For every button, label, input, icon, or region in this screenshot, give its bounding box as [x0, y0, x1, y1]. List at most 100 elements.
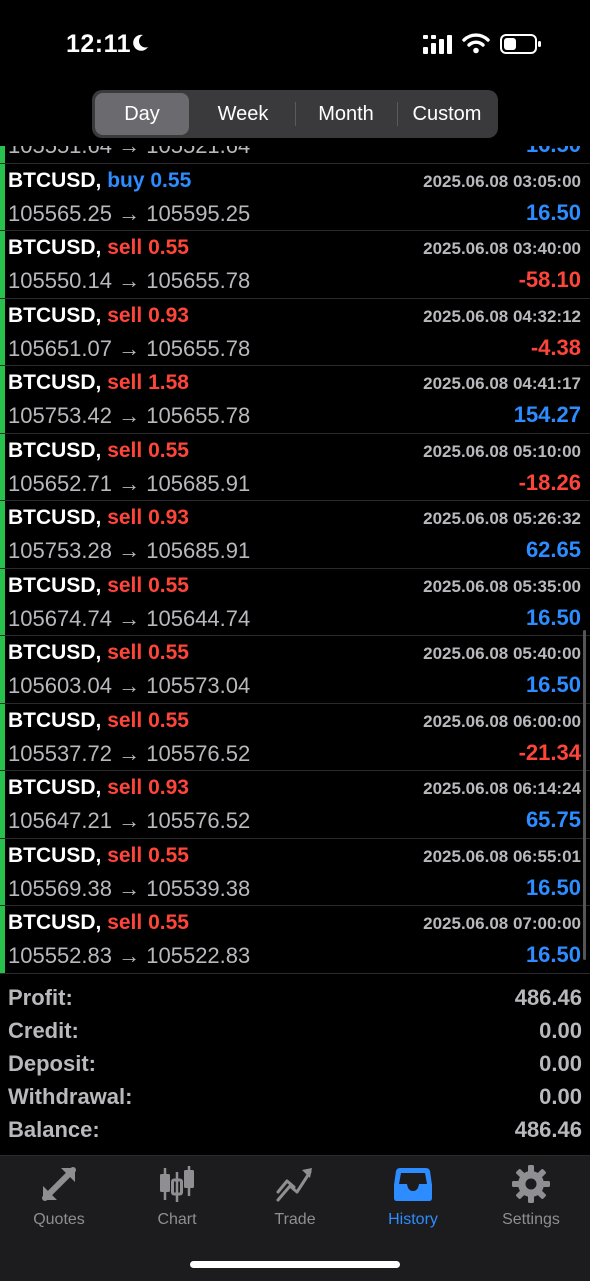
deal-row[interactable]: BTCUSD, sell 0.55 2025.06.08 05:35:00 1056…: [0, 568, 590, 636]
deal-marker: [0, 163, 5, 230]
home-indicator[interactable]: [190, 1261, 400, 1268]
deal-side: sell: [107, 236, 143, 259]
inbox-tray-icon: [394, 1168, 432, 1201]
deal-row[interactable]: BTCUSD, sell 1.58 2025.06.08 04:41:17 1057…: [0, 366, 590, 434]
deal-open-price: 105569.38: [8, 875, 112, 901]
deal-symbol: BTCUSD,: [8, 843, 102, 867]
quotes-arrows-icon: [42, 1167, 76, 1201]
deal-symbol: BTCUSD,: [8, 303, 102, 327]
deal-row[interactable]: BTCUSD, sell 0.93 2025.06.08 06:14:24 1056…: [0, 771, 590, 839]
deal-row[interactable]: BTCUSD, sell 0.55 2025.06.08 05:10:00 1056…: [0, 433, 590, 501]
summary-value: 0.00: [539, 1051, 582, 1076]
deal-open-price: 105674.74: [8, 605, 112, 631]
summary-row: Balance: 486.46: [0, 1114, 590, 1147]
deal-symbol-line: BTCUSD, sell 0.55: [8, 641, 189, 665]
deal-profit: -58.10: [518, 267, 581, 292]
deal-marker: [0, 366, 5, 433]
cellular-signal-icon: [423, 35, 452, 54]
deal-volume: 1.58: [148, 371, 189, 394]
arrow-icon: →: [118, 538, 141, 563]
deal-open-price: 105753.28: [8, 538, 112, 563]
tab-history[interactable]: History: [354, 1164, 472, 1234]
deal-row[interactable]: BTCUSD, sell 0.55 2025.06.08 03:40:00 1055…: [0, 231, 590, 299]
deal-close-price: 105655.78: [146, 335, 251, 361]
deal-symbol-line: BTCUSD, sell 0.55: [8, 911, 189, 935]
deal-prices: 105550.14 → 105655.78: [8, 268, 250, 294]
deal-close-price: 105522.83: [146, 943, 251, 968]
deal-close-price: 105576.52: [146, 740, 251, 766]
tab-day[interactable]: Day: [95, 93, 189, 135]
deal-symbol-line: BTCUSD, sell 0.93: [8, 304, 189, 328]
tab-trade[interactable]: Trade: [236, 1164, 354, 1234]
deal-prices: 105565.25 → 105595.25: [8, 201, 250, 227]
deal-row[interactable]: BTCUSD, sell 0.93 2025.06.08 04:32:12 1056…: [0, 298, 590, 366]
arrow-icon: →: [118, 605, 141, 631]
deal-side: buy: [107, 168, 145, 192]
deal-symbol: BTCUSD,: [8, 776, 102, 799]
summary-label: Profit:: [8, 985, 73, 1010]
deal-side: sell: [107, 708, 143, 732]
tab-quotes-label: Quotes: [33, 1211, 85, 1228]
moon-icon: [133, 34, 148, 51]
deal-open-price: 105753.42: [8, 403, 112, 428]
deal-profit: -18.26: [518, 469, 581, 495]
tab-settings-label: Settings: [502, 1211, 560, 1228]
summary-label: Deposit:: [8, 1051, 96, 1076]
deal-profit: 16.50: [525, 874, 581, 900]
list-scrollbar[interactable]: [583, 630, 586, 960]
deal-volume: 0.55: [150, 168, 192, 192]
summary-row: Deposit: 0.00: [0, 1048, 590, 1081]
deal-time: 2025.06.08 05:10:00: [423, 441, 581, 461]
tab-chart-label: Chart: [157, 1211, 197, 1228]
deal-row[interactable]: BTCUSD, buy 0.55 2025.06.08 03:05:00 10556…: [0, 163, 590, 231]
deal-row[interactable]: BTCUSD, sell 0.55 2025.06.08 06:00:00 1055…: [0, 703, 590, 771]
deal-symbol-line: BTCUSD, sell 1.58: [8, 371, 189, 395]
deal-volume: 0.55: [148, 236, 189, 259]
deal-marker: [0, 771, 5, 838]
deal-prices: 105537.72 → 105576.52: [8, 741, 250, 767]
tab-custom[interactable]: Custom: [398, 90, 496, 138]
deal-prices: 105603.04 → 105573.04: [8, 673, 250, 699]
deal-open-price: 105550.14: [8, 268, 112, 293]
wifi-icon: [462, 33, 490, 54]
tab-history-label: History: [388, 1211, 438, 1228]
deal-open-price: 105552.83: [8, 943, 112, 968]
deal-symbol-line: BTCUSD, sell 0.93: [8, 506, 189, 530]
tab-chart[interactable]: Chart: [118, 1164, 236, 1234]
deal-symbol-line: BTCUSD, sell 0.55: [8, 236, 189, 260]
deal-close-price: 105655.78: [146, 403, 251, 428]
tab-quotes[interactable]: Quotes: [0, 1164, 118, 1234]
summary-value: 486.46: [514, 1117, 582, 1142]
deal-symbol: BTCUSD,: [8, 438, 102, 462]
arrow-icon: →: [118, 875, 141, 901]
deal-open-price: 105651.07: [8, 335, 112, 361]
deal-volume: 0.55: [148, 843, 189, 867]
arrow-icon: →: [118, 200, 141, 226]
deal-row[interactable]: BTCUSD, sell 0.55 2025.06.08 07:00:00 1055…: [0, 906, 590, 974]
summary-label: Credit:: [8, 1018, 79, 1043]
deal-volume: 0.55: [148, 438, 189, 462]
deal-row[interactable]: BTCUSD, sell 0.55 2025.06.08 05:40:00 1056…: [0, 636, 590, 704]
deal-prices: 105569.38 → 105539.38: [8, 876, 250, 902]
deal-profit: 16.50: [525, 199, 581, 225]
deal-symbol: BTCUSD,: [8, 236, 102, 259]
deal-close-price: 105644.74: [146, 605, 251, 631]
deal-side: sell: [107, 911, 143, 934]
deal-open-price: 105537.72: [8, 740, 112, 766]
tab-week[interactable]: Week: [192, 90, 294, 138]
deal-close-price: 105595.25: [146, 200, 251, 226]
tab-month[interactable]: Month: [296, 90, 396, 138]
deal-history-list[interactable]: BTCUSD, buy 0.55105551.64 → 105521.6416.…: [0, 130, 590, 975]
deal-open-price: 105603.04: [8, 673, 112, 698]
deal-close-price: 105685.91: [146, 538, 251, 563]
deal-marker: [0, 298, 5, 365]
tab-settings[interactable]: Settings: [472, 1164, 590, 1234]
deal-close-price: 105539.38: [146, 875, 251, 901]
arrow-icon: →: [118, 943, 141, 968]
tab-trade-label: Trade: [274, 1211, 316, 1228]
deal-row[interactable]: BTCUSD, sell 0.55 2025.06.08 06:55:01 1055…: [0, 838, 590, 906]
summary-value: 0.00: [539, 1018, 582, 1043]
bottom-tab-bar: Quotes Chart Trade History Settings: [0, 1155, 590, 1281]
deal-row[interactable]: BTCUSD, sell 0.93 2025.06.08 05:26:32 1057…: [0, 501, 590, 569]
deal-time: 2025.06.08 05:35:00: [423, 576, 581, 596]
